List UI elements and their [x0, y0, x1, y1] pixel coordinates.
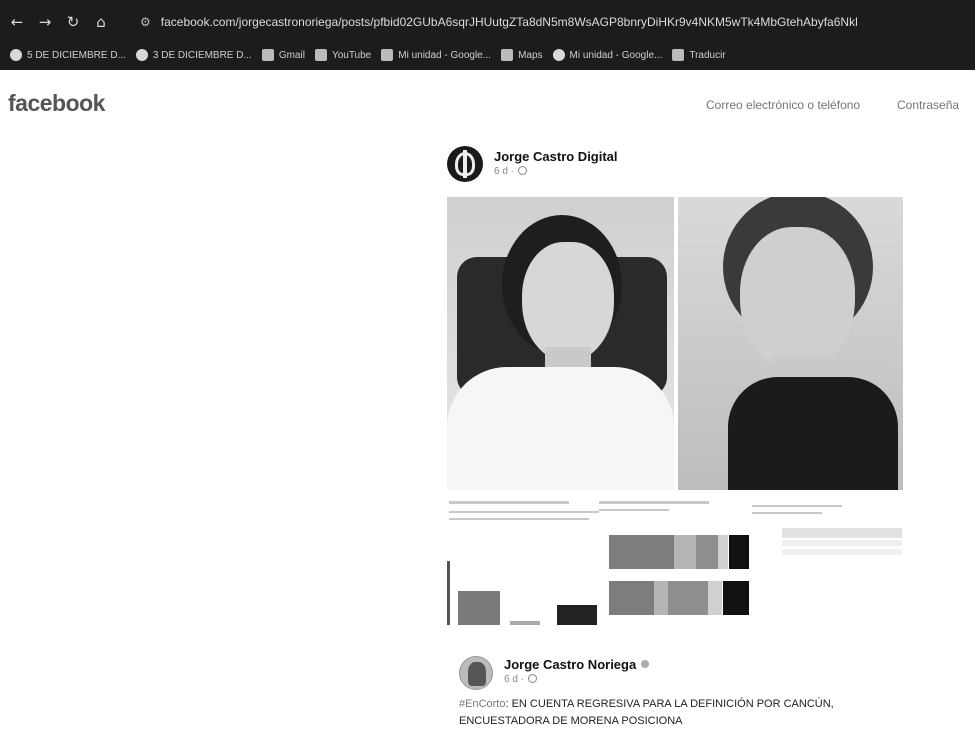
- bookmark-item[interactable]: Maps: [501, 49, 543, 61]
- comment-text: #EnCorto: EN CUENTA REGRESIVA PARA LA DE…: [459, 696, 879, 730]
- globe-icon: [10, 49, 22, 61]
- shirt-shape: [728, 377, 898, 490]
- youtube-icon: [314, 49, 327, 61]
- chart-bar: [723, 581, 749, 615]
- bookmark-label: Mi unidad - Google...: [569, 49, 663, 61]
- bookmark-item[interactable]: 5 DE DICIEMBRE D...: [10, 49, 126, 61]
- bookmark-item[interactable]: Traducir: [672, 49, 726, 61]
- person-icon: [468, 662, 486, 686]
- facebook-header: facebook: [0, 78, 975, 128]
- bookmark-item[interactable]: YouTube: [314, 49, 372, 61]
- table-header: [782, 528, 902, 538]
- chart-subtitle-line: [449, 518, 589, 520]
- comment-avatar[interactable]: [459, 656, 493, 690]
- face-shape: [522, 242, 614, 362]
- page-name[interactable]: Jorge Castro Digital: [494, 149, 618, 164]
- chart-bar: [458, 591, 500, 625]
- shirt-shape: [447, 367, 674, 490]
- chart-bar: [708, 581, 722, 615]
- chart-subtitle-line: [449, 511, 599, 513]
- drive-icon: [552, 49, 565, 61]
- bookmarks-bar: 5 DE DICIEMBRE D... 3 DE DICIEMBRE D... …: [0, 44, 975, 66]
- post-photo-left[interactable]: [447, 197, 674, 490]
- face-shape: [740, 227, 855, 372]
- table-row: [782, 549, 902, 555]
- comment-time: 6 d ·: [504, 674, 525, 685]
- back-arrow-icon[interactable]: ←: [6, 11, 28, 33]
- author-name: Jorge Castro Noriega: [504, 657, 637, 672]
- bookmark-label: Maps: [518, 49, 543, 61]
- site-settings-icon[interactable]: ⚙: [140, 15, 151, 29]
- comment-body: : EN CUENTA REGRESIVA PARA LA DEFINICIÓN…: [459, 698, 834, 727]
- chart-bar: [674, 535, 696, 569]
- chart-subtitle-line: [752, 512, 822, 514]
- gmail-icon: [261, 49, 274, 61]
- bookmark-label: 5 DE DICIEMBRE D...: [27, 49, 126, 61]
- bookmark-label: YouTube: [331, 49, 372, 61]
- email-field[interactable]: [706, 98, 866, 112]
- translate-icon: [672, 49, 685, 61]
- bookmark-label: Mi unidad - Google...: [398, 49, 492, 61]
- chart-subtitle-line: [599, 509, 669, 511]
- password-field[interactable]: [897, 98, 975, 112]
- chart-bar: [729, 535, 749, 569]
- chart-title-line: [599, 501, 709, 504]
- chart-bar: [557, 605, 597, 625]
- globe-icon: [135, 49, 148, 61]
- post-photo-right[interactable]: [678, 197, 903, 490]
- globe-icon: [528, 674, 538, 683]
- chart-bar: [609, 581, 654, 615]
- chart-bar: [654, 581, 668, 615]
- browser-chrome: ← → ↻ ⌂ ⚙ facebook.com/jorgecastronorieg…: [0, 0, 975, 70]
- chart-bar: [510, 621, 540, 625]
- forward-arrow-icon[interactable]: →: [34, 11, 56, 33]
- post-image-charts[interactable]: [447, 493, 907, 641]
- post-time: 6 d ·: [494, 166, 515, 177]
- url-field[interactable]: facebook.com/jorgecastronoriega/posts/pf…: [161, 15, 951, 29]
- chart-title-line: [449, 501, 569, 504]
- post-timestamp[interactable]: 6 d ·: [494, 166, 528, 177]
- page-avatar[interactable]: [447, 146, 483, 182]
- maps-icon: [501, 49, 514, 61]
- comment-author[interactable]: Jorge Castro Noriega: [504, 657, 650, 672]
- chart-bar: [696, 535, 718, 569]
- chart-axis: [447, 561, 450, 625]
- chart-bar: [718, 535, 728, 569]
- table-row: [782, 540, 902, 546]
- bookmark-item[interactable]: Gmail: [261, 49, 305, 61]
- bookmark-label: Traducir: [689, 49, 726, 61]
- drive-icon: [381, 49, 394, 61]
- chart-title-line: [752, 505, 842, 507]
- facebook-logo[interactable]: facebook: [8, 90, 105, 117]
- bookmark-label: 3 DE DICIEMBRE D...: [152, 49, 252, 61]
- post-header: Jorge Castro Digital 6 d ·: [447, 146, 907, 192]
- verified-badge-icon: [641, 660, 650, 668]
- page-logo-bar: [463, 150, 467, 178]
- reload-icon[interactable]: ↻: [62, 11, 84, 33]
- chart-bar: [668, 581, 708, 615]
- address-bar-row: ← → ↻ ⌂ ⚙ facebook.com/jorgecastronorieg…: [0, 8, 975, 36]
- hashtag-link[interactable]: #EnCorto: [459, 698, 505, 710]
- bookmark-item[interactable]: Mi unidad - Google...: [552, 49, 663, 61]
- comment-timestamp[interactable]: 6 d ·: [504, 674, 538, 685]
- home-icon[interactable]: ⌂: [90, 11, 112, 33]
- globe-icon: [518, 166, 528, 175]
- chart-bar: [609, 535, 674, 569]
- bookmark-item[interactable]: 3 DE DICIEMBRE D...: [135, 49, 252, 61]
- bookmark-item[interactable]: Mi unidad - Google...: [381, 49, 491, 61]
- bookmark-label: Gmail: [278, 49, 305, 61]
